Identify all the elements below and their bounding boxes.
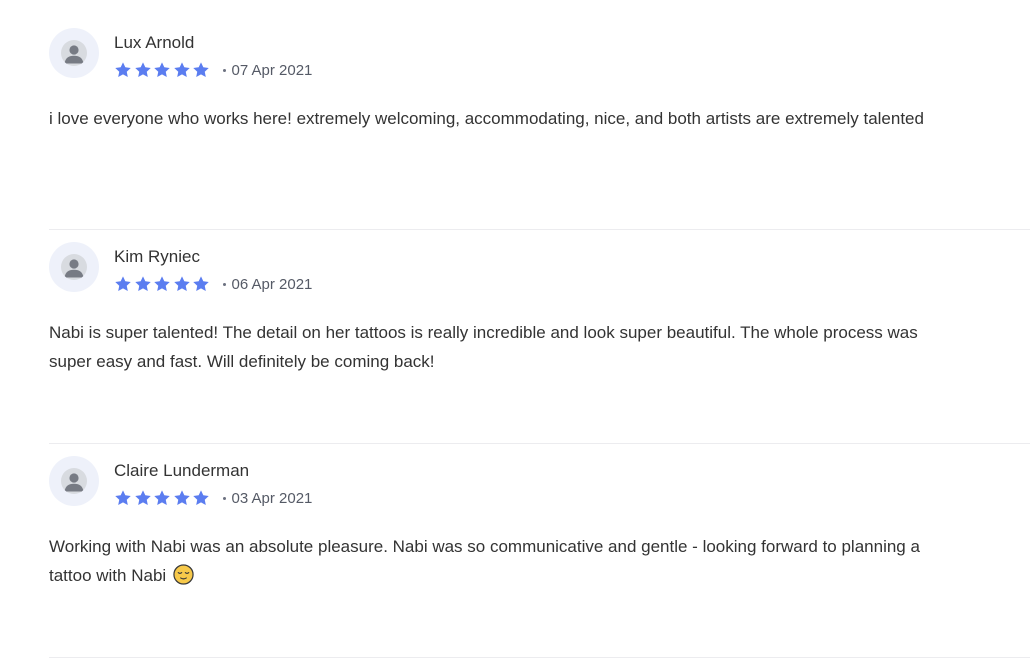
star-icon [154, 276, 170, 292]
review-date: 06 Apr 2021 [231, 275, 313, 293]
star-icon [154, 62, 170, 78]
star-icon [115, 490, 131, 506]
review-body: Nabi is super talented! The detail on he… [49, 323, 918, 371]
star-icon [134, 490, 151, 506]
user-avatar-icon [49, 242, 99, 292]
reviewer-name: Kim Ryniec [114, 247, 200, 266]
star-icon [173, 276, 190, 292]
star-icon [115, 62, 131, 78]
star-rating [114, 61, 212, 79]
star-icon [193, 276, 209, 292]
star-rating [114, 275, 212, 293]
reviews-list: Lux Arnold 07 Apr 2021 i love everyone w… [0, 0, 1030, 658]
rating-row: 06 Apr 2021 [114, 274, 312, 294]
relieved-face-icon [173, 564, 194, 585]
star-icon [173, 490, 190, 506]
review-item: Kim Ryniec 06 Apr 2021 Nabi is super tal… [49, 242, 1030, 456]
reviewer-name: Claire Lunderman [114, 461, 250, 480]
review-header: Kim Ryniec 06 Apr 2021 [49, 242, 649, 294]
review-text: Nabi is super talented! The detail on he… [49, 318, 929, 376]
star-icon [173, 62, 190, 78]
divider [49, 229, 1030, 230]
user-avatar-icon [49, 28, 99, 78]
review-item: Lux Arnold 07 Apr 2021 i love everyone w… [49, 28, 1030, 242]
star-icon [193, 490, 209, 506]
review-text: Working with Nabi was an absolute pleasu… [49, 532, 929, 590]
divider [49, 657, 1030, 658]
star-icon [154, 490, 170, 506]
user-avatar-icon [49, 456, 99, 506]
separator-dot [222, 496, 226, 500]
separator-dot [222, 282, 226, 286]
star-icon [134, 276, 151, 292]
separator-dot [222, 68, 226, 72]
rating-row: 07 Apr 2021 [114, 60, 312, 80]
rating-row: 03 Apr 2021 [114, 488, 312, 508]
review-date: 03 Apr 2021 [231, 489, 313, 507]
review-header: Claire Lunderman 03 Apr 2021 [49, 456, 649, 508]
star-icon [193, 62, 209, 78]
reviewer-name: Lux Arnold [114, 33, 195, 52]
star-rating [114, 489, 212, 507]
divider [49, 443, 1030, 444]
review-date: 07 Apr 2021 [231, 61, 313, 79]
review-header: Lux Arnold 07 Apr 2021 [49, 28, 649, 80]
star-icon [115, 276, 131, 292]
review-text: i love everyone who works here! extremel… [49, 104, 929, 133]
review-body: i love everyone who works here! extremel… [49, 109, 924, 128]
star-icon [134, 62, 151, 78]
